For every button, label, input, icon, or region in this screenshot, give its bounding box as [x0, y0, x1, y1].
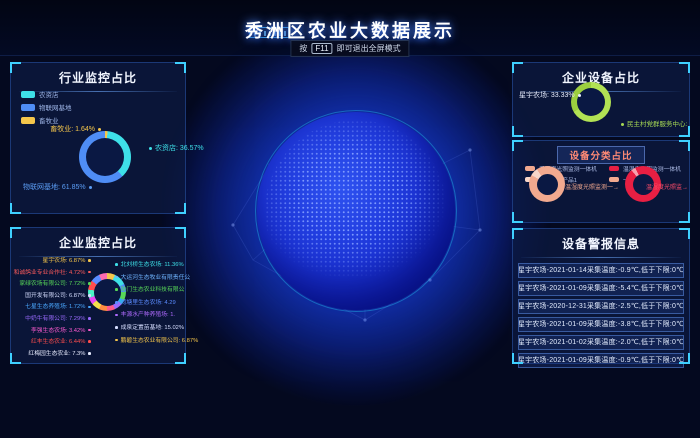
- legend-swatch: [21, 117, 35, 124]
- legend-swatch: [609, 166, 619, 171]
- panel-title: 企业设备占比: [513, 63, 689, 86]
- device-class-donut-left[interactable]: [529, 166, 565, 202]
- chart-label: 鹏碧生态农业有限公司: 6.87%: [115, 335, 198, 344]
- dashboard-root: 秀洲区农业大数据展示 按 F11 即可退出全屏模式 行业监控占比 农资店 物联网…: [0, 0, 700, 438]
- alarm-list: 星宇农场-2021-01-14采集温度:-0.9℃,低于下限:0℃ 星宇农场-2…: [513, 263, 689, 368]
- chart-label: 物联网基地: 61.85%: [23, 182, 92, 192]
- legend-swatch: [21, 104, 35, 111]
- tip-suffix: 即可退出全屏模式: [337, 43, 401, 54]
- alarm-row: 星宇农场-2021-01-09采集温度:-0.9℃,低于下限:0℃: [518, 353, 684, 368]
- chart-label: 李强生态农场: 3.42%: [31, 325, 91, 334]
- chart-label: 温湿度光照监→: [646, 182, 688, 191]
- alarm-row: 星宇农场-2020-12-31采集温度:-2.5℃,低于下限:0℃: [518, 299, 684, 314]
- panel-device-class: 设备分类占比 温湿度光照监测一体机 一体机新产品1 温湿度光照监测一体机 一体机…: [512, 140, 690, 223]
- globe-rim: [255, 110, 457, 312]
- divider: [521, 257, 681, 258]
- alarm-row: 星宇农场-2021-01-09采集温度:-3.8℃,低于下限:0℃: [518, 317, 684, 332]
- chart-label: 大运河生态牧业有限责任公: [115, 272, 190, 281]
- chart-label: 家绿农场有限公司: 7.72%: [19, 278, 91, 287]
- alarm-row: 星宇农场-2021-01-14采集温度:-0.9℃,低于下限:0℃: [518, 263, 684, 278]
- panel-device-share: 企业设备占比 星宇农场: 33.33% 民主村党群服务中心:: [512, 62, 690, 137]
- panel-title: 设备警报信息: [513, 229, 689, 252]
- legend-label: 物联网基地: [39, 102, 72, 112]
- alarm-row: 星宇农场-2021-01-02采集温度:-2.0℃,低于下限:0℃: [518, 335, 684, 350]
- chart-label: 和诚鸽业专业合作社: 4.72%: [14, 267, 91, 276]
- legend-item[interactable]: 农资店: [21, 89, 72, 99]
- chart-label: 红梅园生态农业: 7.3%: [28, 348, 91, 357]
- panel-industry-monitor: 行业监控占比 农资店 物联网基地 畜牧业 畜牧业: 1.64% 农资店: 36.…: [10, 62, 186, 214]
- panel-enterprise-monitor: 企业监控占比 星宇农场: 6.87% 和诚鸽业专业合作社: 4.72% 家绿农场…: [10, 227, 186, 364]
- chart-label: 温湿度光照监测一→: [565, 182, 619, 191]
- chart-label: 丰源水产种养殖场: 1.: [115, 309, 175, 318]
- industry-chart-legend: 农资店 物联网基地 畜牧业: [21, 89, 72, 125]
- chart-label: 农资店: 36.57%: [149, 143, 204, 153]
- panel-device-alarms: 设备警报信息 星宇农场-2021-01-14采集温度:-0.9℃,低于下限:0℃…: [512, 228, 690, 364]
- device-share-donut-chart[interactable]: [571, 82, 611, 122]
- legend-swatch: [21, 91, 35, 98]
- panel-title: 设备分类占比: [557, 146, 645, 164]
- tip-prefix: 按: [299, 43, 307, 54]
- fullscreen-tip: 按 F11 即可退出全屏模式: [290, 40, 409, 57]
- chart-label: 民主村党群服务中心:: [621, 118, 687, 128]
- globe: [257, 112, 455, 310]
- chart-label: 国开发有限公司: 6.87%: [25, 290, 91, 299]
- legend-label: 农资店: [39, 89, 59, 99]
- chart-label: 红丰生态农业: 6.44%: [31, 336, 91, 345]
- chart-label: 北刘桥生态农场: 11.36%: [115, 259, 184, 268]
- chart-label: 荷塘里生态农场: 4.29: [115, 297, 176, 306]
- chart-label: 星宇农场: 33.33%: [519, 90, 581, 100]
- panel-title: 行业监控占比: [11, 63, 185, 86]
- legend-item[interactable]: 物联网基地: [21, 102, 72, 112]
- alarm-row: 星宇农场-2021-01-09采集温度:-5.4℃,低于下限:0℃: [518, 281, 684, 296]
- enterprise-left-labels: 星宇农场: 6.87% 和诚鸽业专业合作社: 4.72% 家绿农场有限公司: 7…: [13, 255, 91, 357]
- f11-keycap: F11: [311, 43, 332, 54]
- chart-label: 畜牧业: 1.64%: [50, 124, 101, 134]
- chart-label: 陡门生态农业科技有限公: [115, 284, 184, 293]
- chart-label: 成泉定置苗基地: 15.02%: [115, 322, 184, 331]
- industry-donut-chart[interactable]: [79, 131, 131, 183]
- chart-label: 七星生态养殖场: 1.72%: [25, 301, 91, 310]
- chart-label: 中奶牛有限公司: 7.29%: [25, 313, 91, 322]
- chart-label: 星宇农场: 6.87%: [43, 255, 91, 264]
- panel-title: 企业监控占比: [11, 228, 185, 251]
- enterprise-right-labels: 北刘桥生态农场: 11.36% 大运河生态牧业有限责任公 陡门生态农业科技有限公…: [115, 259, 187, 344]
